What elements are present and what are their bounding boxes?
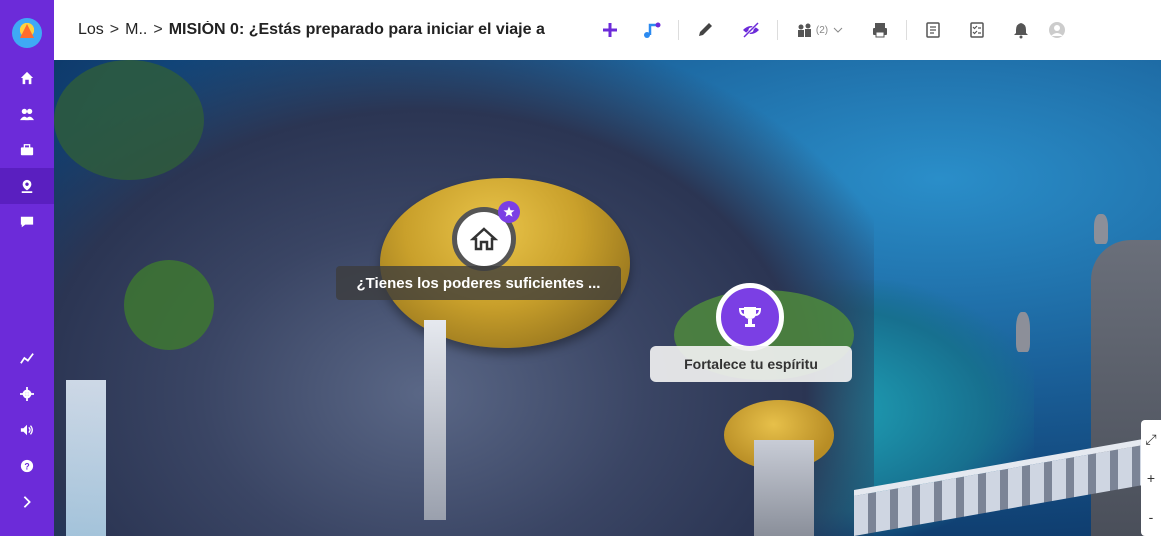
volume-icon — [20, 424, 33, 436]
zoom-controls: ⤢ + - — [1141, 420, 1161, 536]
briefcase-icon — [20, 144, 34, 156]
visibility-button[interactable] — [735, 14, 767, 46]
tower — [424, 320, 446, 520]
checklist-icon — [970, 22, 984, 38]
sidebar-item-settings[interactable] — [0, 376, 54, 412]
svg-text:?: ? — [24, 462, 29, 472]
adventure-map[interactable]: ¿Tienes los poderes suficientes ... Fort… — [54, 60, 1161, 536]
breadcrumb: Los > M.. > MISIÓN 0: ¿Estás preparado p… — [78, 21, 548, 39]
sidebar-expand-button[interactable] — [0, 484, 54, 520]
waterfall — [66, 380, 106, 536]
toolbar-divider — [777, 20, 778, 40]
pencil-icon — [699, 23, 712, 36]
mission-node-label[interactable]: Fortalece tu espíritu — [650, 346, 852, 382]
plus-icon — [603, 23, 617, 37]
map-pin-icon — [21, 179, 33, 193]
breadcrumb-item-1[interactable]: Los — [78, 21, 104, 39]
greenery — [124, 260, 214, 350]
home-icon — [20, 71, 34, 85]
expand-icon — [23, 496, 31, 508]
sidebar-bottom-group: ? — [0, 340, 54, 520]
topbar: Los > M.. > MISIÓN 0: ¿Estás preparado p… — [54, 0, 1161, 60]
add-button[interactable] — [594, 14, 626, 46]
toolbar-divider — [906, 20, 907, 40]
trophy-icon — [738, 307, 762, 327]
toolbar-divider — [678, 20, 679, 40]
mission-node-trophy[interactable] — [716, 283, 784, 351]
edit-button[interactable] — [689, 14, 721, 46]
fullscreen-button[interactable]: ⤢ — [1145, 431, 1156, 448]
sidebar: ? — [0, 0, 54, 536]
rock-islet — [1016, 312, 1030, 352]
sidebar-top-group — [0, 60, 54, 240]
chat-icon — [20, 216, 34, 228]
printer-icon — [873, 23, 887, 38]
star-badge — [498, 201, 520, 223]
print-button[interactable] — [864, 14, 896, 46]
sidebar-item-map[interactable] — [0, 168, 54, 204]
students-count: (2) — [815, 24, 829, 36]
path-button[interactable] — [636, 14, 668, 46]
analytics-icon — [20, 353, 34, 364]
book-button[interactable] — [917, 14, 949, 46]
students-icon — [797, 23, 811, 37]
breadcrumb-item-2[interactable]: M.. — [125, 21, 147, 39]
sidebar-item-volume[interactable] — [0, 412, 54, 448]
eye-off-icon — [742, 21, 760, 39]
help-icon: ? — [20, 459, 34, 473]
app-logo[interactable] — [12, 18, 42, 48]
music-path-icon — [644, 22, 661, 38]
book-icon — [926, 22, 940, 38]
app: ? Los > M.. > MISIÓN 0: ¿Estás preparado… — [0, 0, 1161, 536]
bell-icon — [1014, 23, 1028, 39]
notifications-button[interactable] — [1005, 14, 1037, 46]
breadcrumb-separator: > — [109, 21, 120, 38]
mission-node-label[interactable]: ¿Tienes los poderes suficientes ... — [336, 266, 621, 300]
breadcrumb-current: MISIÓN 0: ¿Estás preparado para iniciar … — [168, 21, 548, 38]
rock-islet — [1094, 214, 1108, 244]
students-selector[interactable]: (2) — [788, 14, 852, 46]
sidebar-item-briefcase[interactable] — [0, 132, 54, 168]
greenery — [54, 60, 204, 180]
chevron-down-icon — [833, 27, 843, 33]
checklist-button[interactable] — [961, 14, 993, 46]
home-icon — [470, 227, 498, 251]
breadcrumb-separator: > — [153, 21, 163, 38]
user-menu-button[interactable] — [1041, 14, 1073, 46]
sidebar-item-help[interactable]: ? — [0, 448, 54, 484]
star-icon — [503, 206, 515, 217]
sidebar-item-analytics[interactable] — [0, 340, 54, 376]
sidebar-item-chat[interactable] — [0, 204, 54, 240]
user-icon — [1049, 22, 1065, 38]
sidebar-item-home[interactable] — [0, 60, 54, 96]
sidebar-item-users[interactable] — [0, 96, 54, 132]
settings-icon — [20, 387, 34, 401]
zoom-out-button[interactable]: - — [1149, 509, 1154, 525]
tower — [754, 440, 814, 536]
users-icon — [20, 108, 34, 121]
zoom-in-button[interactable]: + — [1147, 470, 1155, 486]
